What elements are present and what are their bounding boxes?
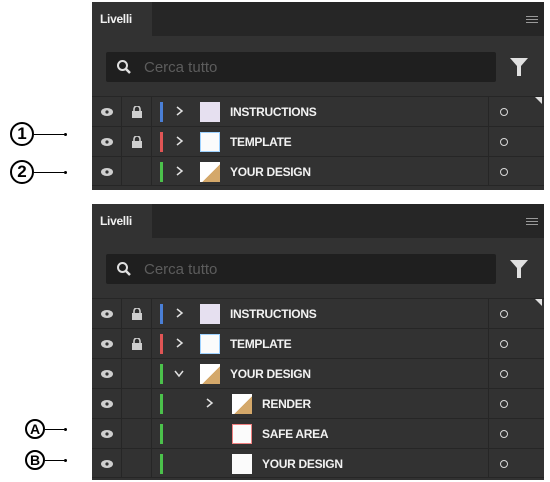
layer-thumbnail xyxy=(200,304,220,324)
target-circle-icon[interactable] xyxy=(500,108,508,116)
layer-row-template[interactable]: TEMPLATE xyxy=(92,126,544,156)
selection-corner-icon xyxy=(535,97,542,104)
panel-menu-icon[interactable] xyxy=(526,218,538,226)
search-input[interactable]: Cerca tutto xyxy=(106,52,496,82)
layer-color-blue xyxy=(160,304,163,324)
callout-a-leader xyxy=(45,429,64,430)
layer-row-your-design[interactable]: YOUR DESIGN xyxy=(92,156,544,186)
layer-name: INSTRUCTIONS xyxy=(230,307,317,321)
lock-icon[interactable] xyxy=(132,338,142,350)
layer-row-template[interactable]: TEMPLATE xyxy=(92,328,544,358)
layer-thumbnail xyxy=(200,132,220,152)
tab-livelli[interactable]: Livelli xyxy=(92,204,152,238)
layer-thumbnail xyxy=(200,334,220,354)
visibility-eye-icon[interactable] xyxy=(101,310,113,318)
layer-color-blue xyxy=(160,102,163,122)
lock-icon[interactable] xyxy=(132,308,142,320)
sublayer-row-safe-area[interactable]: SAFE AREA xyxy=(92,418,544,448)
panel-tabbar: Livelli xyxy=(92,204,544,238)
search-icon xyxy=(117,262,131,276)
panel-tabbar: Livelli xyxy=(92,2,544,36)
layer-thumbnail xyxy=(232,454,252,474)
callout-b: B xyxy=(25,450,45,470)
layer-name: YOUR DESIGN xyxy=(230,367,311,381)
chevron-right-icon[interactable] xyxy=(176,166,184,176)
sublayer-row-your-design[interactable]: YOUR DESIGN xyxy=(92,448,544,478)
search-input[interactable]: Cerca tutto xyxy=(106,254,496,284)
layer-thumbnail xyxy=(200,364,220,384)
chevron-right-icon[interactable] xyxy=(176,136,184,146)
visibility-eye-icon[interactable] xyxy=(101,430,113,438)
search-placeholder: Cerca tutto xyxy=(144,59,218,76)
layer-color-green xyxy=(160,162,163,182)
chevron-right-icon[interactable] xyxy=(176,308,184,318)
layer-row-instructions[interactable]: INSTRUCTIONS xyxy=(92,96,544,126)
layer-color-red xyxy=(160,334,163,354)
layer-thumbnail xyxy=(200,162,220,182)
target-circle-icon[interactable] xyxy=(500,370,508,378)
visibility-eye-icon[interactable] xyxy=(101,108,113,116)
layer-list: INSTRUCTIONS TEMPLATE YOUR DESIGN xyxy=(92,96,544,186)
lock-icon[interactable] xyxy=(132,106,142,118)
layer-name: TEMPLATE xyxy=(230,135,292,149)
layer-list: INSTRUCTIONS TEMPLATE YOUR DESIGN xyxy=(92,298,544,478)
layer-name: SAFE AREA xyxy=(262,427,329,441)
tab-livelli[interactable]: Livelli xyxy=(92,2,152,36)
lock-icon[interactable] xyxy=(132,136,142,148)
callout-1-leader xyxy=(34,134,64,135)
layer-color-green xyxy=(160,454,163,474)
visibility-eye-icon[interactable] xyxy=(101,370,113,378)
layers-panel-bottom: Livelli Cerca tutto INSTRUCTIONS TEMPLAT… xyxy=(92,204,544,480)
target-circle-icon[interactable] xyxy=(500,460,508,468)
selection-corner-icon xyxy=(535,299,542,306)
layer-color-green xyxy=(160,394,163,414)
layer-name: TEMPLATE xyxy=(230,337,292,351)
layer-name: INSTRUCTIONS xyxy=(230,105,317,119)
filter-icon[interactable] xyxy=(510,260,528,278)
callout-1-dot xyxy=(64,133,67,136)
visibility-eye-icon[interactable] xyxy=(101,168,113,176)
target-circle-icon[interactable] xyxy=(500,310,508,318)
callout-2: 2 xyxy=(10,160,34,184)
callout-2-dot xyxy=(64,171,67,174)
chevron-right-icon[interactable] xyxy=(176,338,184,348)
layer-name: RENDER xyxy=(262,397,311,411)
layer-thumbnail xyxy=(232,424,252,444)
layer-color-red xyxy=(160,132,163,152)
callout-a-dot xyxy=(64,428,67,431)
visibility-eye-icon[interactable] xyxy=(101,460,113,468)
layer-thumbnail xyxy=(200,102,220,122)
chevron-right-icon[interactable] xyxy=(206,398,214,408)
chevron-right-icon[interactable] xyxy=(176,106,184,116)
sublayer-row-render[interactable]: RENDER xyxy=(92,388,544,418)
callout-b-leader xyxy=(45,460,64,461)
panel-menu-icon[interactable] xyxy=(526,16,538,24)
target-circle-icon[interactable] xyxy=(500,340,508,348)
target-circle-icon[interactable] xyxy=(500,430,508,438)
layer-thumbnail xyxy=(232,394,252,414)
layer-name: YOUR DESIGN xyxy=(230,165,311,179)
chevron-down-icon[interactable] xyxy=(174,370,184,378)
target-circle-icon[interactable] xyxy=(500,168,508,176)
layers-panel-top: Livelli Cerca tutto INSTRUCTIONS TEMPLAT… xyxy=(92,2,544,190)
filter-icon[interactable] xyxy=(510,58,528,76)
layer-row-your-design-expanded[interactable]: YOUR DESIGN xyxy=(92,358,544,388)
layer-color-green xyxy=(160,364,163,384)
target-circle-icon[interactable] xyxy=(500,400,508,408)
visibility-eye-icon[interactable] xyxy=(101,138,113,146)
callout-2-leader xyxy=(34,172,64,173)
callout-b-dot xyxy=(64,459,67,462)
visibility-eye-icon[interactable] xyxy=(101,400,113,408)
target-circle-icon[interactable] xyxy=(500,138,508,146)
visibility-eye-icon[interactable] xyxy=(101,340,113,348)
layer-name: YOUR DESIGN xyxy=(262,457,343,471)
search-icon xyxy=(117,60,131,74)
search-placeholder: Cerca tutto xyxy=(144,261,218,278)
callout-1: 1 xyxy=(10,122,34,146)
callout-a: A xyxy=(25,419,45,439)
layer-row-instructions[interactable]: INSTRUCTIONS xyxy=(92,298,544,328)
layer-color-green xyxy=(160,424,163,444)
